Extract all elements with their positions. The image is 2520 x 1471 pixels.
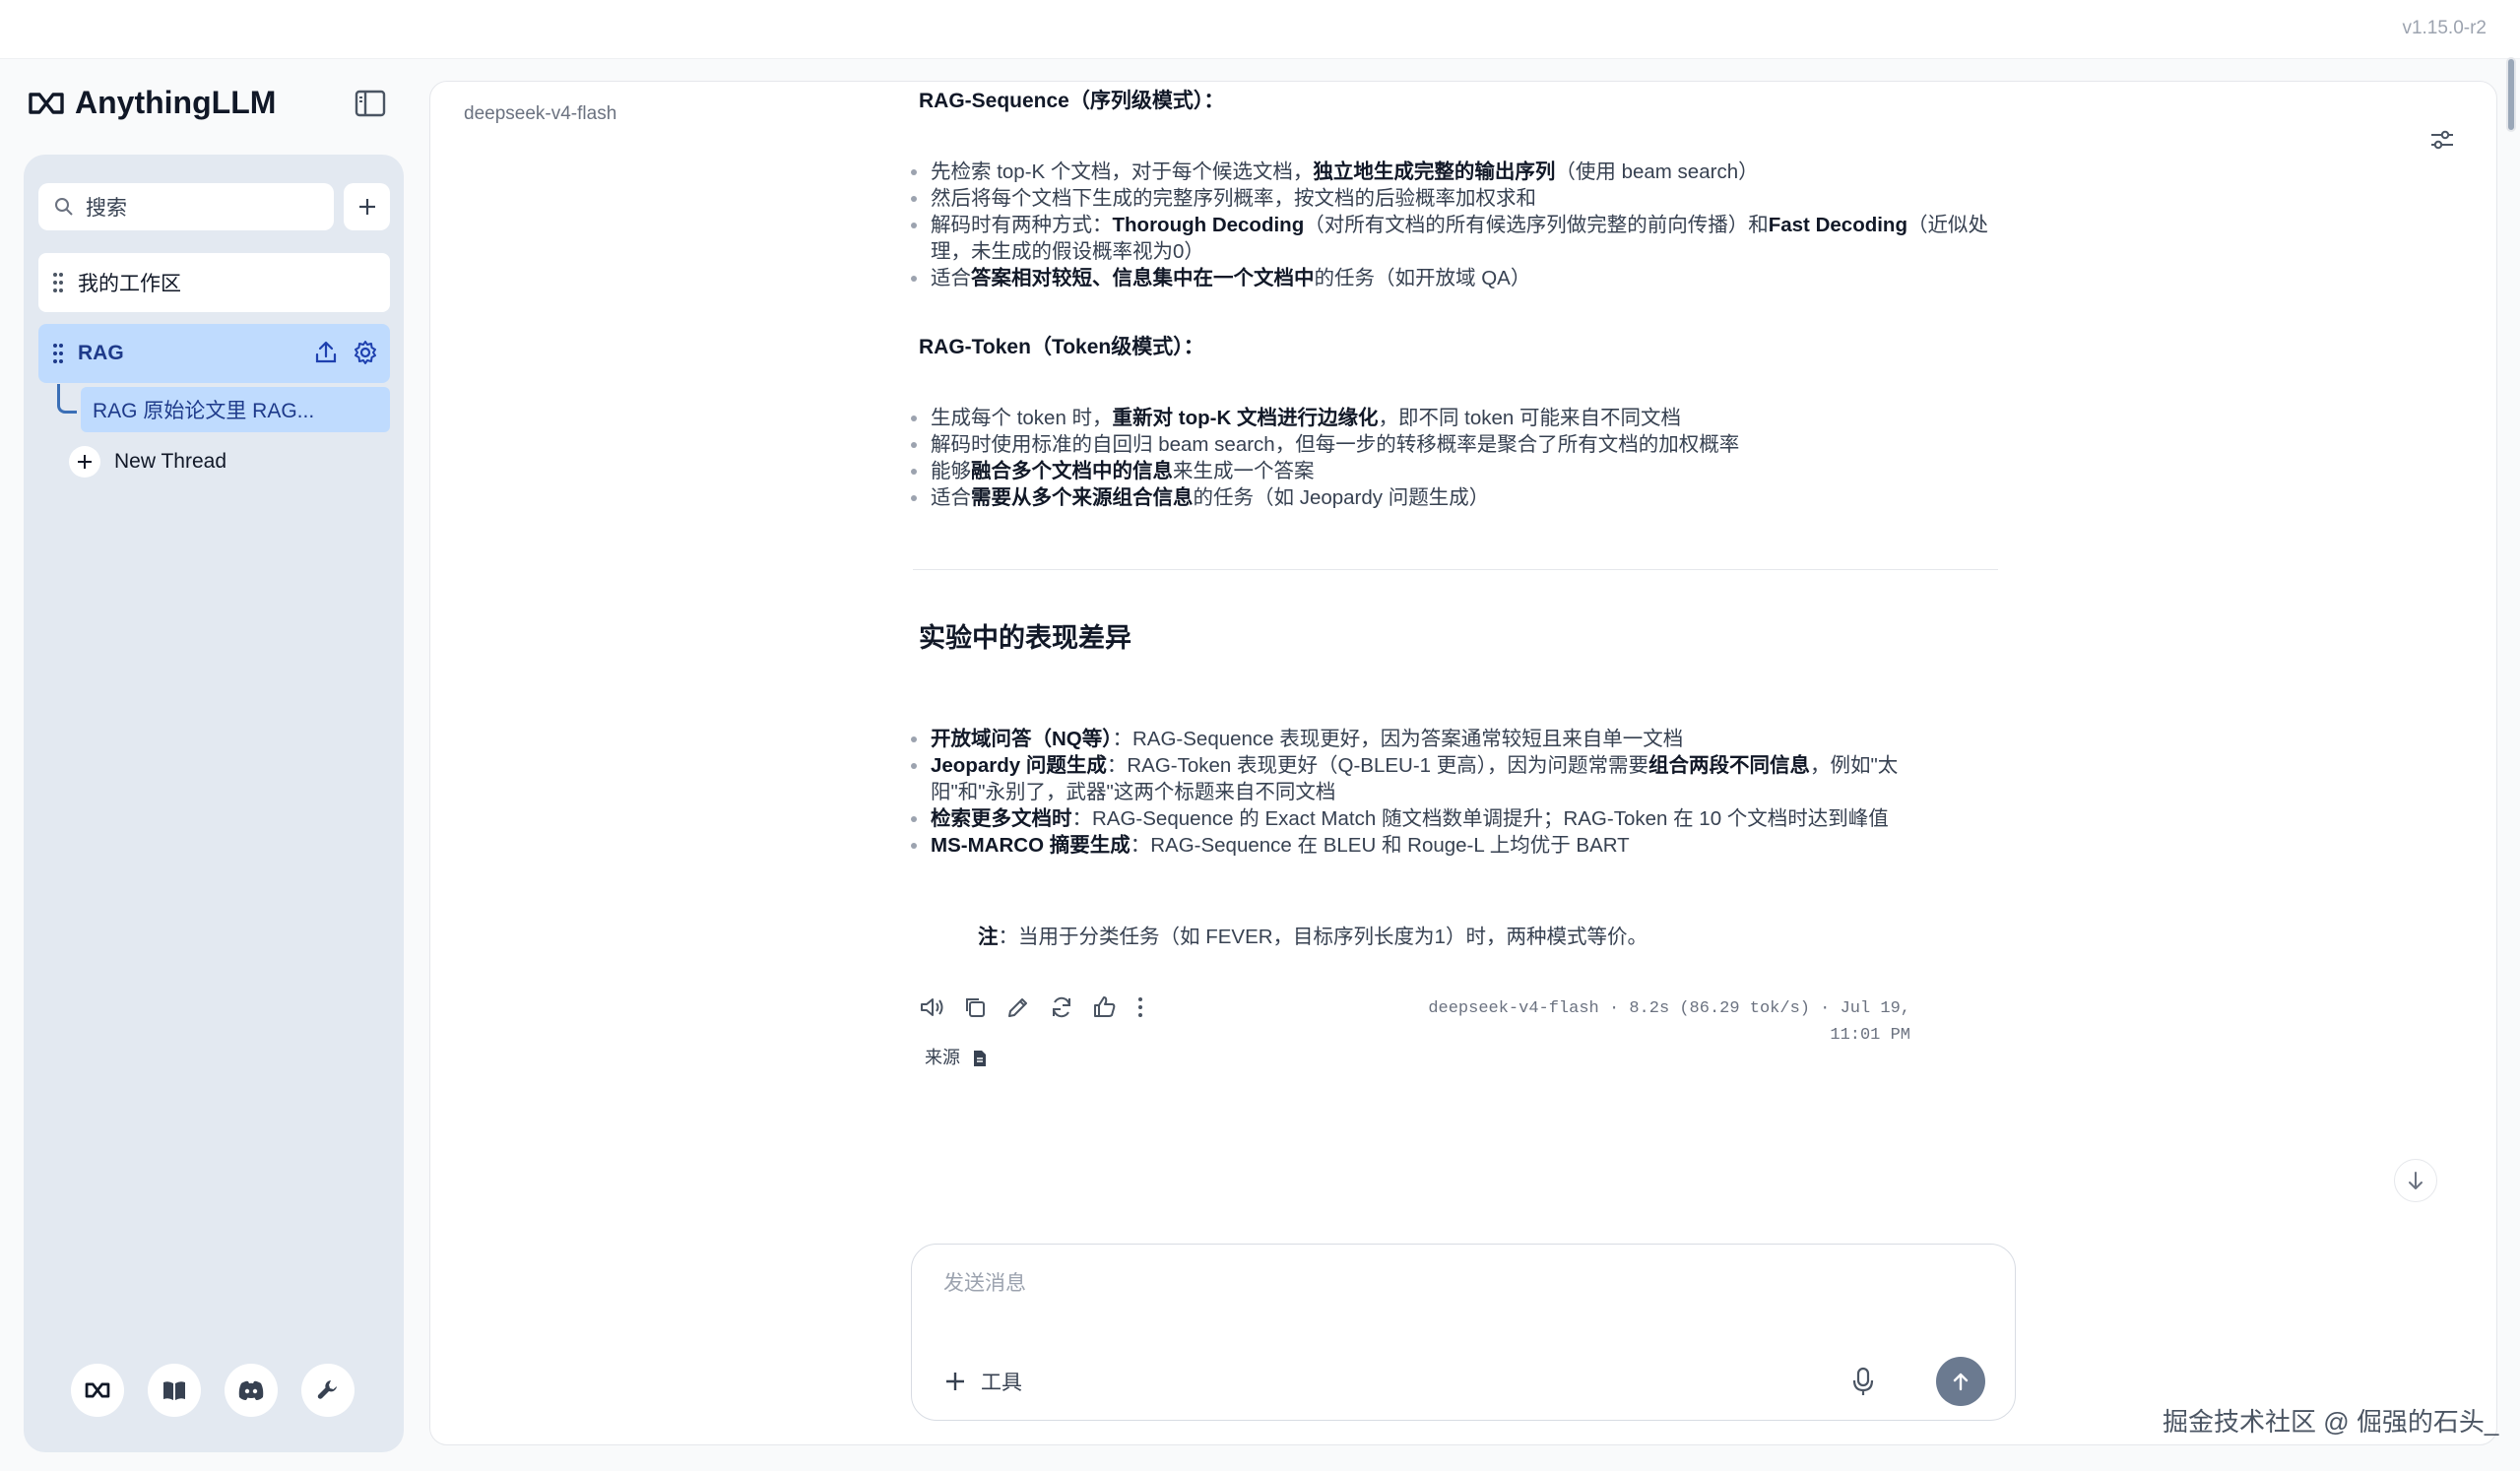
bullet-list: 生成每个 token 时，重新对 top-K 文档进行边缘化，即不同 token… — [911, 405, 2012, 511]
gear-icon[interactable] — [353, 340, 378, 365]
document-icon[interactable] — [972, 1050, 988, 1067]
list-item: 然后将每个文档下生成的完整序列概率，按文档的后验概率加权求和 — [911, 185, 2012, 212]
new-thread-button[interactable]: New Thread — [69, 446, 226, 478]
list-item: 开放域问答（NQ等）：RAG-Sequence 表现更好，因为答案通常较短且来自… — [911, 726, 2012, 752]
divider — [913, 569, 1998, 570]
version-label: v1.15.0-r2 — [2402, 18, 2487, 38]
thread-item[interactable]: RAG 原始论文里 RAG... — [81, 387, 390, 432]
list-item: 解码时使用标准的自回归 beam search，但每一步的转移概率是聚合了所有文… — [911, 431, 2012, 458]
message-input[interactable] — [943, 1272, 1928, 1296]
more-options-icon[interactable] — [1135, 994, 1145, 1020]
send-button[interactable] — [1936, 1357, 1985, 1406]
section-title: RAG-Sequence（序列级模式）： — [919, 90, 1225, 112]
settings-button[interactable] — [301, 1364, 355, 1417]
list-item: 生成每个 token 时，重新对 top-K 文档进行边缘化，即不同 token… — [911, 405, 2012, 431]
anythingllm-logo-icon — [85, 1382, 110, 1398]
brand-logo: AnythingLLM — [28, 85, 276, 121]
message-actions — [919, 994, 1145, 1020]
thread-label: RAG 原始论文里 RAG... — [93, 400, 315, 422]
list-item: 先检索 top-K 个文档，对于每个候选文档，独立地生成完整的输出序列（使用 b… — [911, 159, 2012, 185]
model-tag: deepseek-v4-flash — [464, 103, 617, 124]
home-button[interactable] — [71, 1364, 124, 1417]
pencil-icon[interactable] — [1005, 994, 1031, 1020]
discord-icon — [238, 1380, 264, 1400]
brand-name: AnythingLLM — [75, 85, 277, 120]
scroll-to-bottom-button[interactable] — [2394, 1159, 2437, 1202]
workspace-item-rag[interactable]: RAG — [38, 324, 390, 383]
section-title: RAG-Token（Token级模式）： — [919, 336, 1204, 358]
drag-handle-icon[interactable] — [52, 343, 64, 364]
upload-icon[interactable] — [313, 340, 339, 365]
section-heading: 实验中的表现差异 — [919, 623, 1131, 653]
anythingllm-logo-icon — [29, 92, 64, 114]
thumbs-up-icon[interactable] — [1092, 994, 1118, 1020]
message-meta: deepseek-v4-flash · 8.2s (86.29 tok/s) ·… — [1428, 999, 1910, 1045]
search-box[interactable]: 搜索 — [38, 183, 334, 230]
plus-icon — [358, 199, 375, 215]
discord-button[interactable] — [225, 1364, 278, 1417]
sidebar: 搜索 我的工作区 RAG RAG 原始论文里 RAG... New Thread — [24, 155, 404, 1452]
tools-label: 工具 — [981, 1372, 1022, 1394]
bullet-list: 开放域问答（NQ等）：RAG-Sequence 表现更好，因为答案通常较短且来自… — [911, 726, 2012, 859]
book-icon — [163, 1381, 185, 1400]
scrollbar-thumb[interactable] — [2506, 57, 2516, 132]
speaker-icon[interactable] — [919, 994, 944, 1020]
workspace-item-home[interactable]: 我的工作区 — [38, 253, 390, 312]
wrench-icon — [317, 1380, 337, 1399]
add-workspace-button[interactable] — [344, 183, 390, 230]
plus-icon — [69, 446, 100, 478]
message-composer: 工具 — [911, 1244, 2016, 1421]
tools-button[interactable]: 工具 — [943, 1367, 1022, 1396]
refresh-icon[interactable] — [1049, 994, 1074, 1020]
drag-handle-icon[interactable] — [52, 272, 64, 293]
list-item: 适合答案相对较短、信息集中在一个文档中的任务（如开放域 QA） — [911, 265, 2012, 291]
list-item: 检索更多文档时：RAG-Sequence 的 Exact Match 随文档数单… — [911, 805, 2012, 832]
list-item: Jeopardy 问题生成：RAG-Token 表现更好（Q-BLEU-1 更高… — [911, 752, 1935, 805]
new-thread-label: New Thread — [114, 450, 227, 473]
list-item: 能够融合多个文档中的信息来生成一个答案 — [911, 458, 2012, 484]
top-bar: v1.15.0-r2 — [0, 0, 2520, 59]
search-icon — [55, 198, 73, 216]
plus-icon — [946, 1373, 964, 1390]
workspace-label: 我的工作区 — [78, 273, 181, 295]
sidebar-panel-icon — [355, 90, 386, 117]
bullet-list: 先检索 top-K 个文档，对于每个候选文档，独立地生成完整的输出序列（使用 b… — [911, 159, 2012, 291]
note-text: 注：当用于分类任务（如 FEVER，目标序列长度为1）时，两种模式等价。 — [978, 926, 1648, 948]
sources[interactable]: 来源 — [925, 1045, 988, 1071]
copy-icon[interactable] — [962, 994, 988, 1020]
arrow-up-icon — [1953, 1373, 1969, 1391]
sliders-icon[interactable] — [2427, 125, 2457, 155]
sidebar-footer — [71, 1364, 355, 1417]
microphone-icon[interactable] — [1847, 1365, 1879, 1398]
watermark: 掘金技术社区 @ 倔强的石头_ — [2163, 1407, 2499, 1437]
list-item: 适合需要从多个来源组合信息的任务（如 Jeopardy 问题生成） — [911, 484, 2012, 511]
list-item: MS-MARCO 摘要生成：RAG-Sequence 在 BLEU 和 Roug… — [911, 832, 2012, 859]
sources-label: 来源 — [925, 1048, 960, 1067]
docs-button[interactable] — [148, 1364, 201, 1417]
search-input[interactable]: 搜索 — [86, 192, 127, 222]
thread-connector — [57, 384, 77, 414]
arrow-down-icon — [2409, 1172, 2423, 1189]
list-item: 解码时有两种方式：Thorough Decoding（对所有文档的所有候选序列做… — [911, 212, 2012, 265]
chat-panel: deepseek-v4-flash RAG-Sequence（序列级模式）： 先… — [429, 81, 2497, 1445]
workspace-label: RAG — [78, 342, 124, 364]
sidebar-toggle-button[interactable] — [355, 89, 386, 118]
